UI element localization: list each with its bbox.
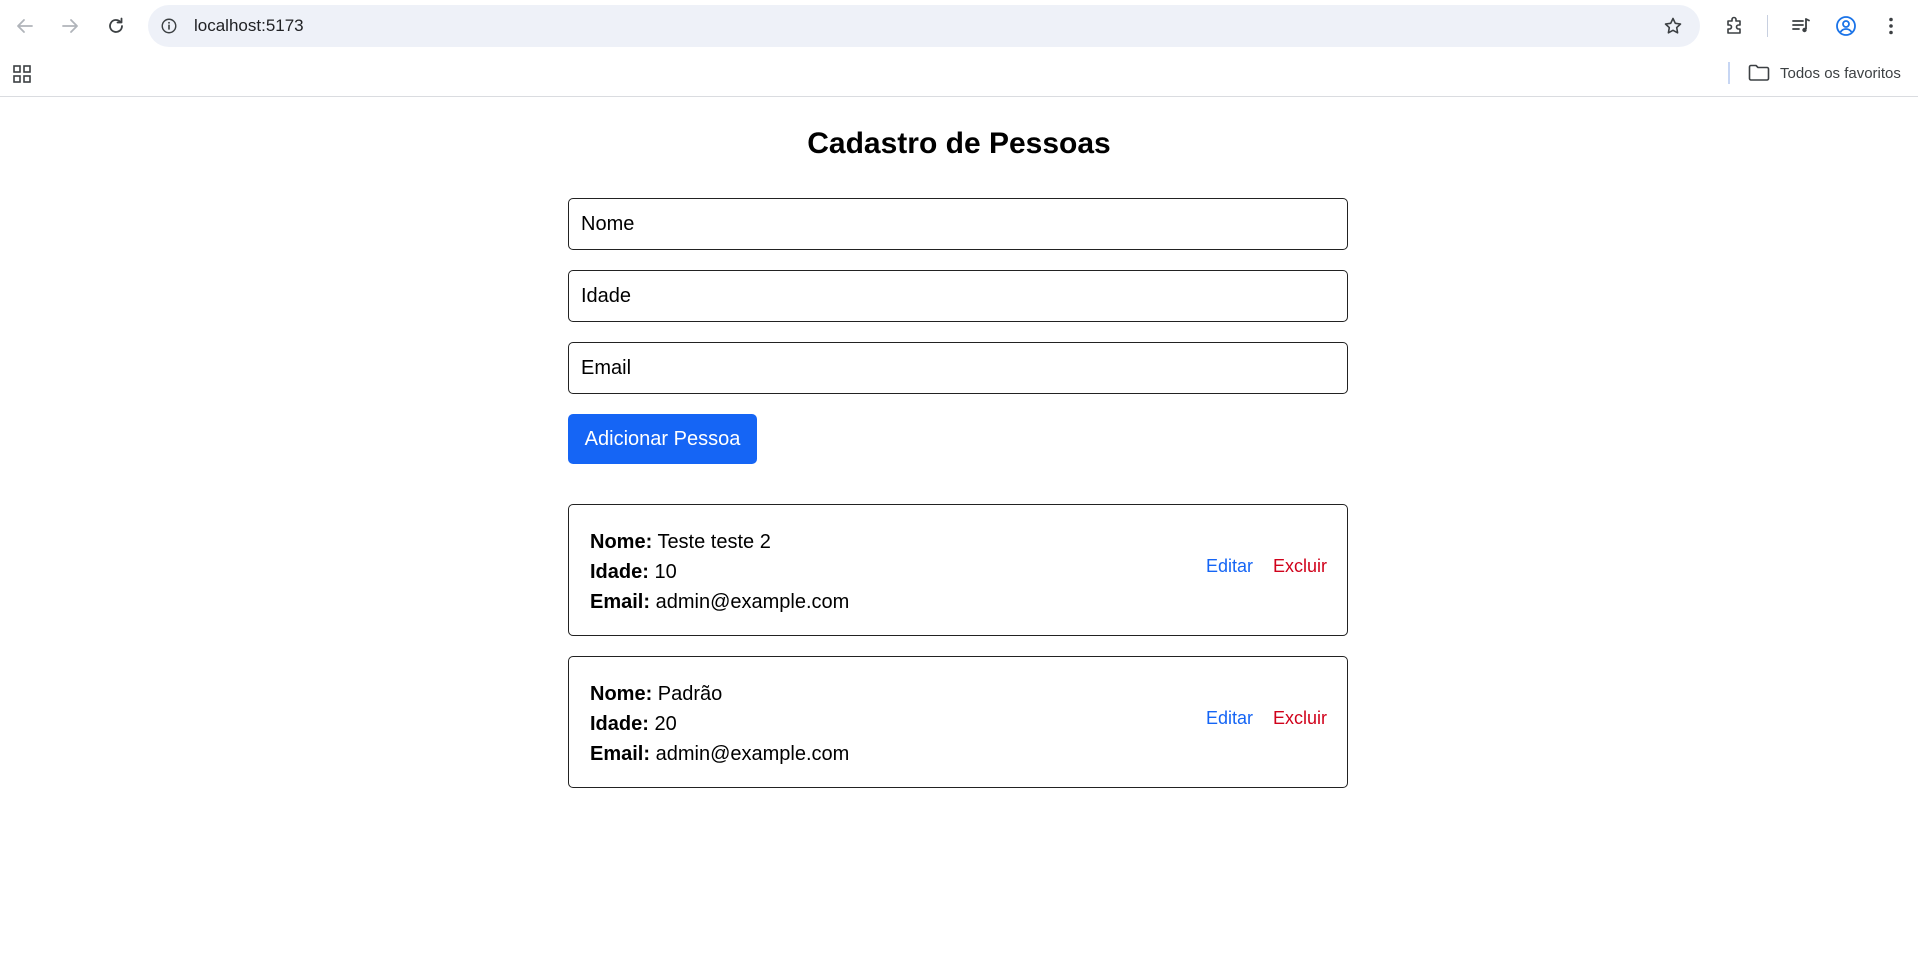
age-label: Idade: — [590, 561, 649, 583]
person-age-row: Idade: 10 — [590, 557, 849, 587]
name-input[interactable] — [568, 198, 1348, 250]
site-info-icon[interactable] — [158, 15, 180, 37]
person-email-row: Email: admin@example.com — [590, 739, 849, 769]
person-name: Teste teste 2 — [657, 531, 771, 553]
bookmarks-bar: Todos os favoritos — [0, 52, 1918, 96]
email-input[interactable] — [568, 342, 1348, 394]
back-button[interactable] — [9, 10, 41, 42]
edit-button[interactable]: Editar — [1206, 556, 1253, 577]
person-email-row: Email: admin@example.com — [590, 587, 849, 617]
add-person-button[interactable]: Adicionar Pessoa — [568, 414, 757, 464]
email-label: Email: — [590, 743, 651, 765]
person-name-row: Nome: Padrão — [590, 679, 849, 709]
delete-button[interactable]: Excluir — [1273, 708, 1327, 729]
age-label: Idade: — [590, 713, 649, 735]
page-content: Cadastro de Pessoas Adicionar Pessoa Nom… — [0, 97, 1918, 961]
person-age: 20 — [654, 713, 677, 735]
person-age-row: Idade: 20 — [590, 709, 849, 739]
menu-kebab-icon[interactable] — [1878, 13, 1904, 39]
extensions-icon[interactable] — [1722, 13, 1748, 39]
reload-icon — [109, 17, 123, 33]
person-name-row: Nome: Teste teste 2 — [590, 527, 849, 557]
edit-button[interactable]: Editar — [1206, 708, 1253, 729]
person-details: Nome: Teste teste 2 Idade: 10 Email: adm… — [590, 527, 849, 617]
name-label: Nome: — [590, 683, 653, 705]
age-input[interactable] — [568, 270, 1348, 322]
browser-toolbar: localhost:5173 — [0, 0, 1918, 52]
person-email: admin@example.com — [655, 591, 850, 613]
card-actions: Editar Excluir — [1206, 556, 1327, 577]
person-card: Nome: Padrão Idade: 20 Email: admin@exam… — [568, 656, 1348, 788]
bookmarks-divider — [1728, 62, 1730, 84]
delete-button[interactable]: Excluir — [1273, 556, 1327, 577]
profile-avatar-icon[interactable] — [1833, 13, 1859, 39]
email-label: Email: — [590, 591, 651, 613]
apps-grid-icon[interactable] — [10, 62, 34, 86]
person-email: admin@example.com — [655, 743, 850, 765]
page-title: Cadastro de Pessoas — [807, 127, 1111, 160]
arrow-right-icon — [62, 19, 78, 33]
all-bookmarks-label: Todos os favoritos — [1780, 64, 1901, 82]
name-label: Nome: — [590, 531, 653, 553]
person-details: Nome: Padrão Idade: 20 Email: admin@exam… — [590, 679, 849, 769]
toolbar-divider — [1767, 15, 1768, 37]
bookmark-star-icon[interactable] — [1662, 15, 1684, 37]
reload-button[interactable] — [100, 10, 132, 42]
person-name: Padrão — [657, 683, 723, 705]
url-text[interactable]: localhost:5173 — [194, 5, 304, 47]
folder-icon — [1748, 64, 1770, 81]
media-control-icon[interactable] — [1788, 13, 1814, 39]
browser-chrome: localhost:5173 Todos os favoritos — [0, 0, 1918, 97]
person-card: Nome: Teste teste 2 Idade: 10 Email: adm… — [568, 504, 1348, 636]
person-age: 10 — [654, 561, 677, 583]
address-bar[interactable]: localhost:5173 — [148, 5, 1700, 47]
card-actions: Editar Excluir — [1206, 708, 1327, 729]
arrow-left-icon — [17, 19, 33, 33]
all-bookmarks-folder[interactable]: Todos os favoritos — [1748, 60, 1901, 86]
forward-button[interactable] — [54, 10, 86, 42]
